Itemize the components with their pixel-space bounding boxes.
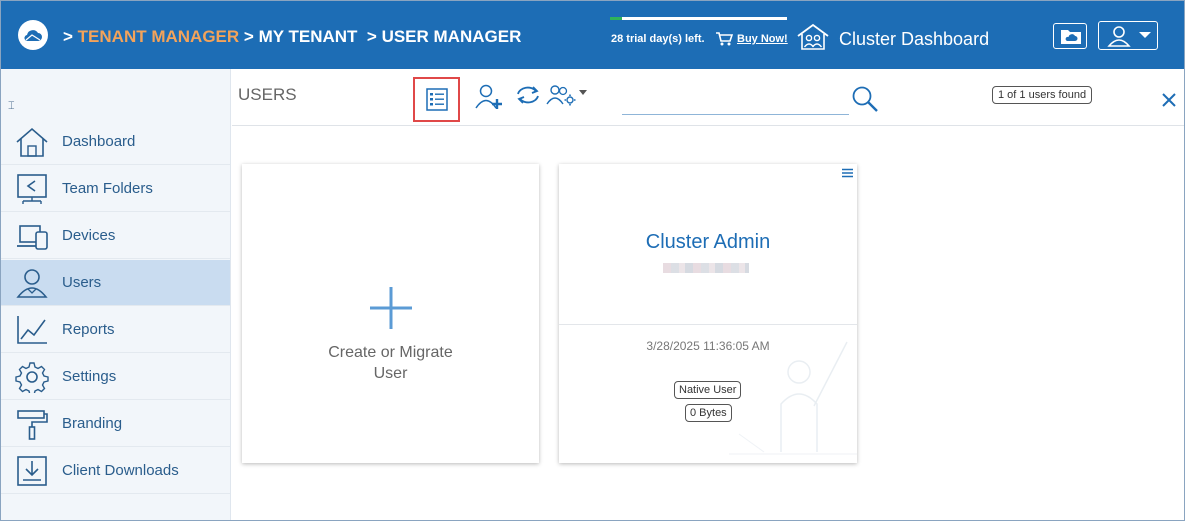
user-created-date: 3/28/2025 11:36:05 AM (646, 339, 770, 353)
breadcrumb-separator: > (63, 27, 73, 46)
sidebar-item-label: Team Folders (62, 180, 153, 197)
sidebar-item-settings[interactable]: Settings (1, 354, 230, 400)
user-email-redacted (663, 263, 749, 273)
app-window: > TENANT MANAGER > MY TENANT > USER MANA… (0, 0, 1185, 521)
create-user-label-line1: Create or Migrate (328, 344, 453, 361)
users-found-badge: 1 of 1 users found (992, 86, 1093, 104)
pin-icon[interactable]: ⌶ (8, 100, 15, 113)
user-storage-badge: 0 Bytes (685, 404, 732, 422)
create-migrate-user-card[interactable]: Create or Migrate User (242, 164, 539, 463)
user-menu-button[interactable] (1098, 21, 1158, 50)
sidebar-item-label: Devices (62, 227, 116, 244)
card-watermark-illustration (729, 341, 857, 455)
sidebar-item-reports[interactable]: Reports (1, 307, 230, 353)
user-card[interactable]: Cluster Admin 3/28/2025 11:36:05 AM Nati… (559, 164, 857, 463)
reports-icon (17, 316, 47, 344)
breadcrumb-my-tenant[interactable]: MY TENANT (259, 27, 358, 46)
sidebar-item-branding[interactable]: Branding (1, 401, 230, 447)
download-icon (17, 456, 47, 486)
sidebar-item-users[interactable]: Users (1, 260, 230, 306)
top-header: > TENANT MANAGER > MY TENANT > USER MANA… (1, 1, 1184, 69)
create-user-label: Create or Migrate User (242, 342, 539, 384)
users-grid: Create or Migrate User Cluster Admin 3/2… (232, 127, 1184, 520)
cloud-logo-icon[interactable] (18, 20, 48, 50)
devices-icon (17, 225, 48, 250)
user-type-badge: Native User (674, 381, 742, 399)
sidebar-item-dashboard[interactable]: Dashboard (1, 119, 230, 165)
paint-roller-icon (17, 410, 48, 440)
gear-icon (15, 362, 49, 393)
breadcrumb-separator: > (366, 27, 377, 46)
sync-users-icon[interactable] (514, 83, 542, 107)
folder-cloud-icon (1061, 30, 1081, 44)
search-icon[interactable] (851, 85, 879, 113)
list-view-icon (426, 88, 448, 111)
sidebar-item-label: Reports (62, 321, 115, 338)
card-menu-icon[interactable] (842, 168, 853, 178)
add-user-icon[interactable] (475, 83, 503, 109)
cluster-dashboard-link[interactable]: Cluster Dashboard (839, 29, 989, 50)
sidebar-item-label: Dashboard (62, 133, 136, 150)
breadcrumb-separator: > (243, 27, 254, 46)
trial-days-text: 28 trial day(s) left. (611, 33, 705, 45)
breadcrumb-tenant-manager[interactable]: TENANT MANAGER (78, 27, 240, 46)
create-user-label-line2: User (373, 365, 408, 382)
user-group-settings-icon[interactable] (546, 83, 576, 107)
sidebar-item-team-folders[interactable]: Team Folders (1, 166, 230, 212)
user-icon (1107, 26, 1131, 47)
trial-progress-bar (610, 17, 787, 20)
users-toolbar: USERS 1 of 1 users found (232, 69, 1184, 126)
sidebar-item-label: Settings (62, 368, 117, 385)
sidebar-item-label: Branding (62, 415, 123, 432)
folder-cloud-button[interactable] (1053, 23, 1087, 49)
shared-folder-icon (17, 174, 47, 204)
cart-icon (716, 32, 733, 46)
sidebar-item-client-downloads[interactable]: Client Downloads (1, 448, 230, 494)
card-divider (559, 324, 857, 325)
users-icon (16, 269, 48, 298)
sidebar-item-devices[interactable]: Devices (1, 213, 230, 259)
plus-icon (370, 287, 412, 329)
search-input[interactable] (622, 87, 849, 115)
sidebar-item-label: Client Downloads (62, 462, 179, 479)
sidebar: ⌶ Dashboard Team Folders Devices Users R… (1, 69, 231, 520)
caret-down-icon[interactable] (579, 90, 587, 95)
sidebar-item-label: Users (62, 274, 102, 291)
close-icon[interactable] (1161, 92, 1177, 108)
home-users-icon[interactable] (796, 23, 830, 51)
list-view-button[interactable] (413, 77, 460, 122)
user-name[interactable]: Cluster Admin (559, 231, 857, 254)
page-title: USERS (238, 85, 297, 104)
home-icon (16, 127, 48, 157)
buy-now-link[interactable]: Buy Now! (737, 33, 788, 45)
trial-progress-fill (610, 17, 623, 20)
breadcrumb: > TENANT MANAGER > MY TENANT > USER MANA… (63, 27, 521, 47)
breadcrumb-user-manager: USER MANAGER (381, 27, 522, 46)
caret-down-icon (1139, 32, 1151, 38)
